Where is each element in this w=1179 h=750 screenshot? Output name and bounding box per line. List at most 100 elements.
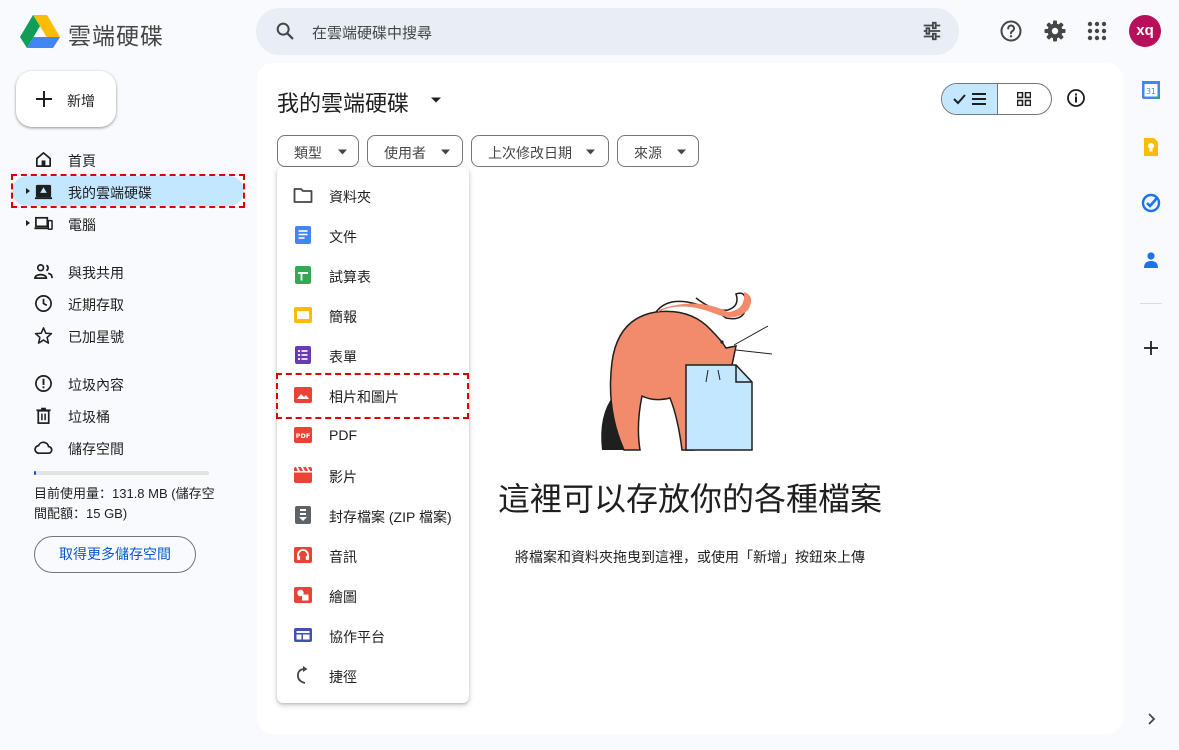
sidebar-item-spam[interactable]: 垃圾內容 xyxy=(12,368,244,398)
highlight-box-my-drive xyxy=(11,174,245,208)
storage-usage-text: 目前使用量：131.8 MB (儲存空間配額：15 GB) xyxy=(34,486,215,521)
drive-logo[interactable] xyxy=(20,14,60,48)
list-view-button[interactable] xyxy=(942,84,998,114)
menu-item-archive[interactable]: 封存檔案 (ZIP 檔案) xyxy=(277,495,469,535)
pdf-icon: PDF xyxy=(294,427,312,443)
sidebar-item-label: 與我共用 xyxy=(68,265,124,281)
grid-view-button[interactable] xyxy=(998,84,1051,114)
sidebar-item-label: 近期存取 xyxy=(68,297,124,313)
type-filter-menu: 資料夾 文件 試算表 簡報 表單 相片和圖片 PDF PDF 影片 封存檔案 (… xyxy=(277,167,469,703)
search-input[interactable]: 在雲端硬碟中搜尋 xyxy=(312,22,432,43)
search-bar[interactable]: 在雲端硬碟中搜尋 xyxy=(256,8,959,55)
expand-caret-icon[interactable] xyxy=(25,218,31,228)
filter-chip-label: 類型 xyxy=(294,145,322,161)
title-dropdown-icon[interactable] xyxy=(430,96,442,104)
menu-item-label: 簡報 xyxy=(329,309,357,325)
video-icon xyxy=(294,467,312,483)
filter-modified-chip[interactable]: 上次修改日期 xyxy=(471,135,609,167)
svg-text:PDF: PDF xyxy=(296,432,311,440)
menu-item-label: 封存檔案 (ZIP 檔案) xyxy=(329,509,452,525)
sidebar-item-recent[interactable]: 近期存取 xyxy=(12,288,244,318)
computers-icon xyxy=(34,216,53,230)
sidebar-item-shared[interactable]: 與我共用 xyxy=(12,256,244,286)
folder-icon xyxy=(293,188,313,203)
menu-item-shortcut[interactable]: 捷徑 xyxy=(277,655,469,695)
new-button-label: 新增 xyxy=(67,93,95,109)
search-icon[interactable] xyxy=(274,20,296,42)
menu-item-docs[interactable]: 文件 xyxy=(277,215,469,255)
sidebar-item-home[interactable]: 首頁 xyxy=(12,144,244,174)
sidebar-item-label: 垃圾桶 xyxy=(68,409,110,425)
menu-item-label: 表單 xyxy=(329,349,357,365)
help-icon[interactable] xyxy=(999,19,1023,43)
filter-people-chip[interactable]: 使用者 xyxy=(367,135,463,167)
drawing-icon xyxy=(294,587,312,603)
menu-item-label: 捷徑 xyxy=(329,669,357,685)
recent-icon xyxy=(35,295,52,312)
chevron-down-icon xyxy=(338,149,347,155)
calendar-icon[interactable]: 31 xyxy=(1141,80,1161,100)
audio-icon xyxy=(294,547,312,563)
trash-icon xyxy=(36,407,51,424)
sidebar-item-storage[interactable]: 儲存空間 xyxy=(12,432,244,462)
shortcut-icon xyxy=(296,666,308,684)
filter-source-chip[interactable]: 來源 xyxy=(617,135,699,167)
plus-icon xyxy=(36,91,52,107)
archive-icon xyxy=(295,506,311,524)
filter-chip-label: 使用者 xyxy=(384,145,426,161)
menu-item-slides[interactable]: 簡報 xyxy=(277,295,469,335)
sidebar-item-trash[interactable]: 垃圾桶 xyxy=(12,400,244,430)
get-more-storage-button[interactable]: 取得更多儲存空間 xyxy=(34,536,196,573)
chevron-right-icon[interactable] xyxy=(1144,712,1158,726)
menu-item-sites[interactable]: 協作平台 xyxy=(277,615,469,655)
view-toggle[interactable] xyxy=(941,83,1052,115)
apps-grid-icon[interactable] xyxy=(1085,19,1109,43)
app-title[interactable]: 雲端硬碟 xyxy=(68,17,164,51)
menu-item-label: 試算表 xyxy=(329,269,371,285)
menu-item-sheets[interactable]: 試算表 xyxy=(277,255,469,295)
chevron-down-icon xyxy=(586,149,595,155)
contacts-icon[interactable] xyxy=(1141,250,1161,270)
spam-icon xyxy=(35,375,52,392)
list-view-check-icon xyxy=(953,93,986,105)
info-icon[interactable] xyxy=(1066,88,1086,108)
filter-type-chip[interactable]: 類型 xyxy=(277,135,359,167)
menu-item-label: PDF xyxy=(329,427,357,443)
menu-item-drawings[interactable]: 繪圖 xyxy=(277,575,469,615)
sidebar-item-computers[interactable]: 電腦 xyxy=(12,208,244,238)
empty-state-cat-illustration xyxy=(601,292,773,451)
shared-icon xyxy=(34,263,53,280)
menu-item-folder[interactable]: 資料夾 xyxy=(277,175,469,215)
filter-chip-label: 上次修改日期 xyxy=(488,145,572,161)
sheets-icon xyxy=(295,266,311,284)
tasks-icon[interactable] xyxy=(1141,193,1161,213)
highlight-box-images xyxy=(276,373,469,419)
menu-item-label: 繪圖 xyxy=(329,589,357,605)
menu-item-forms[interactable]: 表單 xyxy=(277,335,469,375)
sites-icon xyxy=(294,628,312,642)
menu-item-pdf[interactable]: PDF PDF xyxy=(277,415,469,455)
docs-icon xyxy=(295,226,311,244)
settings-icon[interactable] xyxy=(1043,19,1067,43)
filter-chip-label: 來源 xyxy=(634,145,662,161)
sidebar-item-label: 儲存空間 xyxy=(68,441,124,457)
add-addon-icon[interactable] xyxy=(1141,338,1161,358)
new-button[interactable]: 新增 xyxy=(16,71,116,127)
keep-icon[interactable] xyxy=(1141,137,1161,157)
menu-item-label: 協作平台 xyxy=(329,629,385,645)
sidebar-item-starred[interactable]: 已加星號 xyxy=(12,320,244,350)
account-avatar[interactable]: xq xyxy=(1129,15,1161,47)
menu-item-audio[interactable]: 音訊 xyxy=(277,535,469,575)
sidebar-item-label: 已加星號 xyxy=(68,329,124,345)
menu-item-label: 資料夾 xyxy=(329,189,371,205)
sidebar-item-label: 電腦 xyxy=(68,217,96,233)
cloud-icon xyxy=(34,441,53,455)
grid-view-icon xyxy=(1017,92,1031,106)
sidebar-item-label: 垃圾內容 xyxy=(68,377,124,393)
menu-item-label: 音訊 xyxy=(329,549,357,565)
search-options-icon[interactable] xyxy=(921,20,943,42)
menu-item-video[interactable]: 影片 xyxy=(277,455,469,495)
page-title[interactable]: 我的雲端硬碟 xyxy=(277,86,409,118)
home-icon xyxy=(35,151,52,168)
storage-usage-bar xyxy=(34,471,209,475)
